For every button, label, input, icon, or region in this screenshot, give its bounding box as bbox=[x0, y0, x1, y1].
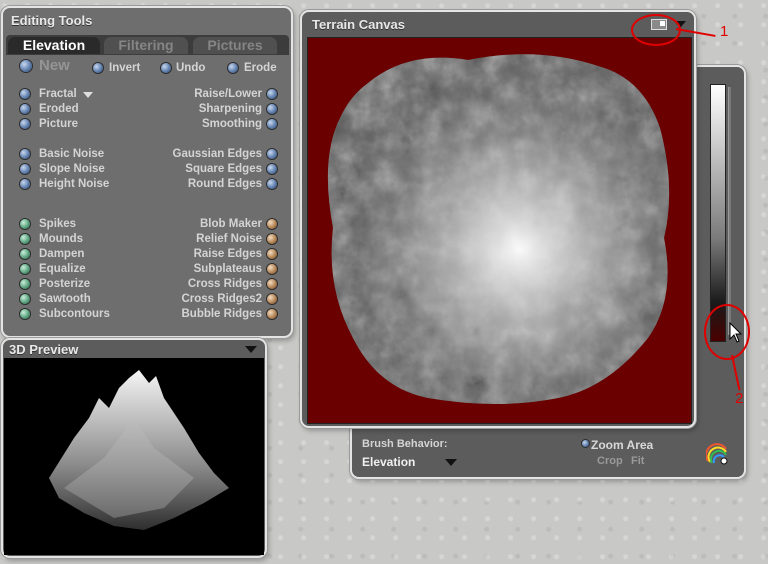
tool-button[interactable]: Subcontours bbox=[39, 308, 110, 320]
new-button[interactable]: New bbox=[39, 57, 70, 74]
tool-radio[interactable] bbox=[267, 264, 277, 274]
tool-button[interactable]: Smoothing bbox=[202, 118, 262, 130]
tool-button[interactable]: Round Edges bbox=[188, 178, 262, 190]
tool-button[interactable]: Fractal bbox=[39, 88, 77, 100]
tool-button[interactable]: Blob Maker bbox=[200, 218, 262, 230]
tool-button[interactable]: Raise Edges bbox=[194, 248, 262, 260]
3d-preview-title: 3D Preview bbox=[9, 342, 79, 357]
tool-radio[interactable] bbox=[20, 279, 30, 289]
erode-button[interactable]: Erode bbox=[244, 62, 277, 74]
terrain-canvas-panel: Terrain Canvas bbox=[300, 10, 696, 428]
tool-button[interactable]: Cross Ridges2 bbox=[181, 293, 262, 305]
zoom-area-button[interactable]: Zoom Area bbox=[591, 438, 653, 452]
erode-radio[interactable] bbox=[228, 63, 238, 73]
tool-radio[interactable] bbox=[267, 179, 277, 189]
tool-button[interactable]: Equalize bbox=[39, 263, 86, 275]
tool-button[interactable]: Height Noise bbox=[39, 178, 109, 190]
editing-tools-title: Editing Tools bbox=[11, 13, 93, 28]
tab-bar: Elevation Filtering Pictures bbox=[6, 35, 289, 55]
tool-radio[interactable] bbox=[20, 294, 30, 304]
tab-filtering[interactable]: Filtering bbox=[104, 37, 188, 54]
fractal-chevron-down-icon[interactable] bbox=[83, 92, 93, 98]
tab-pictures[interactable]: Pictures bbox=[193, 37, 277, 54]
tool-radio[interactable] bbox=[267, 164, 277, 174]
annotation-label-2: 2 bbox=[735, 390, 744, 407]
tool-radio[interactable] bbox=[20, 264, 30, 274]
tool-button[interactable]: Sharpening bbox=[199, 103, 262, 115]
undo-radio[interactable] bbox=[161, 63, 171, 73]
tool-button[interactable]: Subplateaus bbox=[194, 263, 262, 275]
tool-button[interactable]: Posterize bbox=[39, 278, 90, 290]
tool-button[interactable]: Sawtooth bbox=[39, 293, 91, 305]
tool-radio[interactable] bbox=[20, 119, 30, 129]
tool-button[interactable]: Dampen bbox=[39, 248, 84, 260]
terrain-canvas[interactable] bbox=[307, 37, 692, 424]
brush-behavior-chevron-down-icon[interactable] bbox=[445, 459, 457, 466]
tool-radio[interactable] bbox=[20, 149, 30, 159]
brush-behavior-label: Brush Behavior: bbox=[362, 438, 448, 450]
tool-button[interactable]: Basic Noise bbox=[39, 148, 104, 160]
tool-radio[interactable] bbox=[267, 279, 277, 289]
tool-button[interactable]: Picture bbox=[39, 118, 78, 130]
tool-radio[interactable] bbox=[267, 309, 277, 319]
slider-track-line bbox=[728, 87, 731, 335]
tool-button[interactable]: Relief Noise bbox=[196, 233, 262, 245]
invert-button[interactable]: Invert bbox=[109, 62, 140, 74]
tool-button[interactable]: Raise/Lower bbox=[194, 88, 262, 100]
tool-radio[interactable] bbox=[20, 89, 30, 99]
undo-button[interactable]: Undo bbox=[176, 62, 205, 74]
annotation-ellipse-1 bbox=[631, 14, 681, 46]
tool-button[interactable]: Gaussian Edges bbox=[173, 148, 262, 160]
tool-button[interactable]: Slope Noise bbox=[39, 163, 105, 175]
tool-radio[interactable] bbox=[267, 249, 277, 259]
tool-radio[interactable] bbox=[20, 309, 30, 319]
editing-tools-panel: Editing Tools Elevation Filtering Pictur… bbox=[1, 6, 293, 338]
tool-radio[interactable] bbox=[20, 164, 30, 174]
tool-button[interactable]: Cross Ridges bbox=[188, 278, 262, 290]
terrain-canvas-title: Terrain Canvas bbox=[312, 17, 405, 32]
tool-button[interactable]: Mounds bbox=[39, 233, 83, 245]
fit-button[interactable]: Fit bbox=[631, 455, 644, 467]
tool-button[interactable]: Square Edges bbox=[185, 163, 262, 175]
brush-behavior-dropdown[interactable]: Elevation bbox=[362, 455, 415, 469]
tool-radio[interactable] bbox=[267, 294, 277, 304]
tool-radio[interactable] bbox=[20, 219, 30, 229]
color-palette-icon[interactable] bbox=[705, 443, 728, 465]
3d-preview-panel: 3D Preview bbox=[1, 338, 267, 558]
tool-radio[interactable] bbox=[20, 104, 30, 114]
tool-button[interactable]: Eroded bbox=[39, 103, 79, 115]
mouse-cursor-icon bbox=[729, 321, 743, 349]
crop-button[interactable]: Crop bbox=[597, 455, 623, 467]
3d-preview-viewport[interactable] bbox=[4, 358, 264, 555]
tool-radio[interactable] bbox=[20, 249, 30, 259]
tool-button[interactable]: Spikes bbox=[39, 218, 76, 230]
tab-elevation[interactable]: Elevation bbox=[8, 37, 100, 54]
new-radio[interactable] bbox=[20, 60, 32, 72]
tool-radio[interactable] bbox=[267, 89, 277, 99]
tool-button[interactable]: Bubble Ridges bbox=[181, 308, 262, 320]
tool-radio[interactable] bbox=[20, 234, 30, 244]
annotation-label-1: 1 bbox=[720, 23, 729, 40]
tool-radio[interactable] bbox=[267, 104, 277, 114]
zoom-area-radio[interactable] bbox=[582, 440, 589, 447]
tool-radio[interactable] bbox=[20, 179, 30, 189]
preview-menu-chevron-down-icon[interactable] bbox=[245, 346, 257, 353]
tool-radio[interactable] bbox=[267, 219, 277, 229]
tool-radio[interactable] bbox=[267, 149, 277, 159]
tool-radio[interactable] bbox=[267, 234, 277, 244]
invert-radio[interactable] bbox=[93, 63, 103, 73]
annotation-ellipse-2 bbox=[704, 304, 750, 360]
tool-radio[interactable] bbox=[267, 119, 277, 129]
